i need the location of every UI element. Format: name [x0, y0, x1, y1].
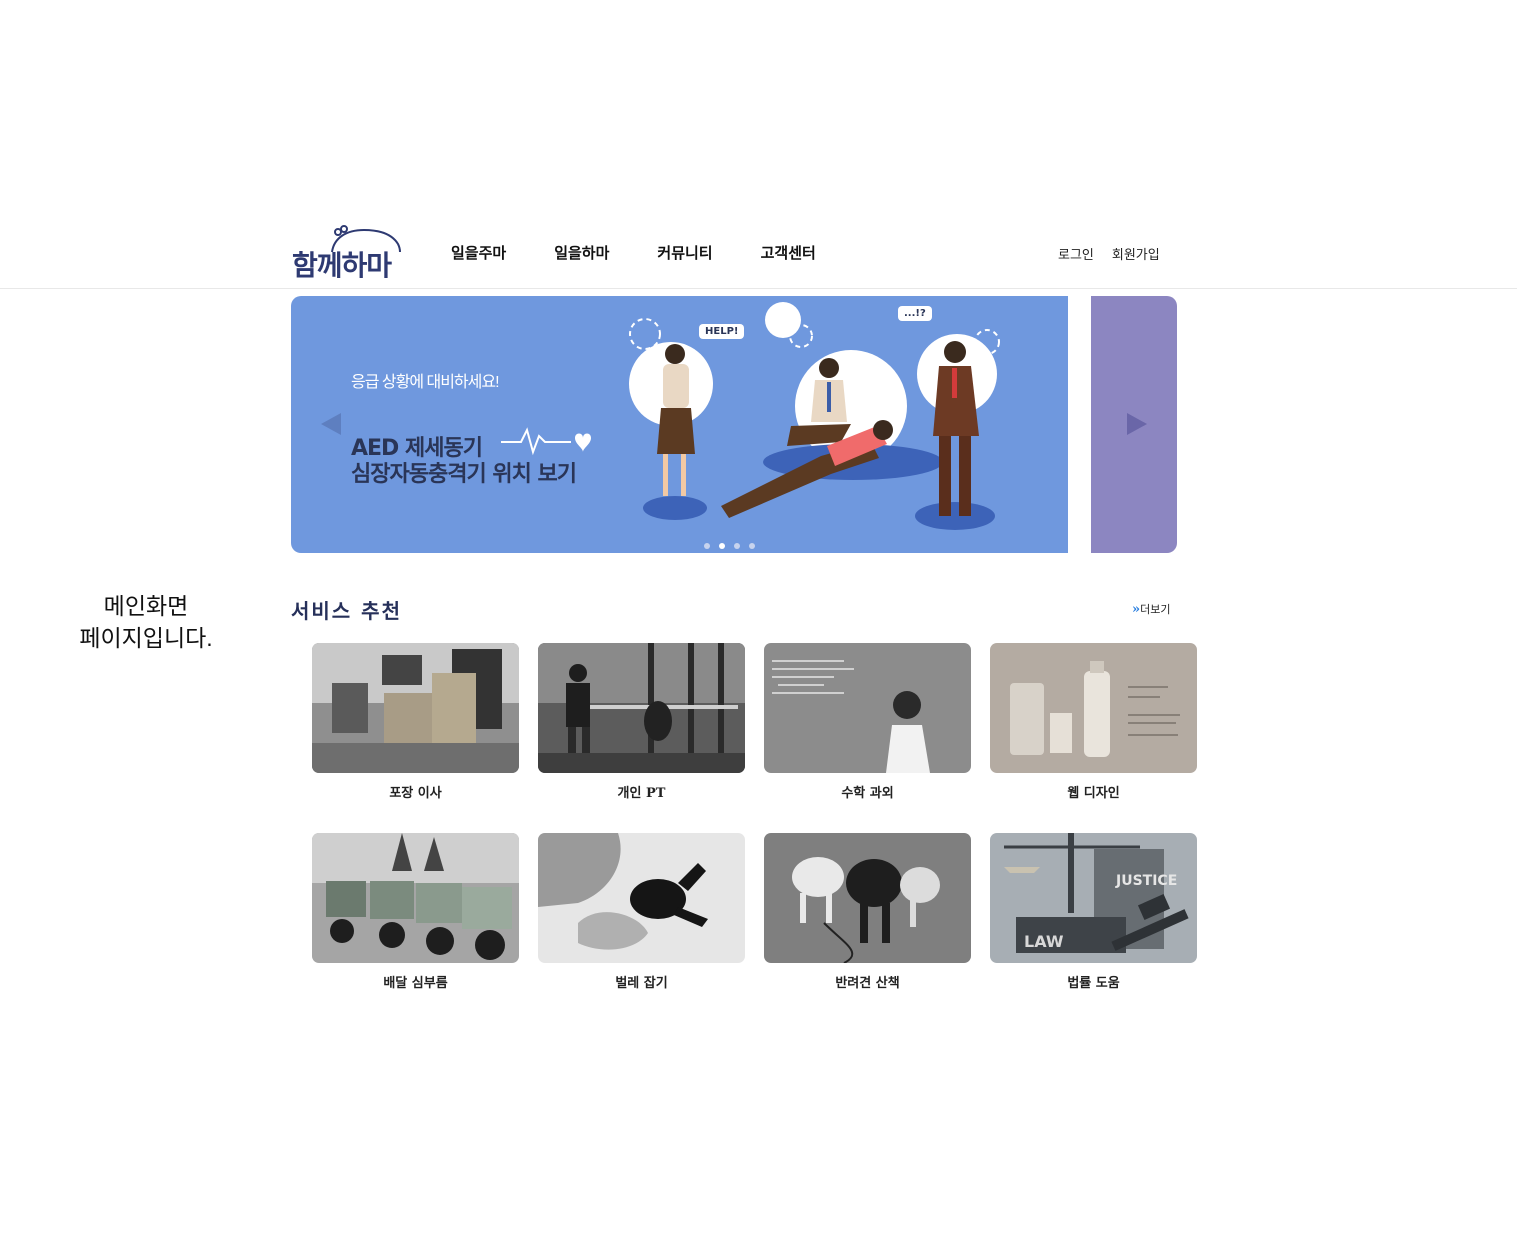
- side-annotation-line2: 페이지입니다.: [79, 625, 213, 651]
- gym-training-photo: [538, 643, 745, 773]
- service-card[interactable]: 개인 PT: [538, 643, 745, 801]
- nav-item-community[interactable]: 커뮤니티: [657, 242, 712, 263]
- svg-text:JUSTICE: JUSTICE: [1115, 873, 1177, 889]
- service-label: 포장 이사: [389, 786, 442, 801]
- service-label: 웹 디자인: [1067, 786, 1120, 801]
- banner-next-arrow-icon[interactable]: [1127, 413, 1147, 435]
- service-label: 반려견 산책: [835, 976, 900, 991]
- banner-dot[interactable]: [704, 543, 710, 549]
- auth-links: 로그인 회원가입: [1058, 244, 1160, 263]
- banner-title-line2: 심장자동충격기 위치 보기: [351, 462, 577, 487]
- banner-subtitle: 응급 상황에 대비하세요!: [351, 374, 500, 391]
- beetle-photo: [538, 833, 745, 963]
- banner-prev-arrow-icon[interactable]: [321, 413, 341, 435]
- section-title: 서비스 추천: [291, 599, 402, 623]
- heartbeat-heart-icon: [501, 427, 591, 456]
- service-card[interactable]: 반려견 산책: [764, 833, 971, 991]
- banner-pagination: [704, 543, 755, 549]
- more-link[interactable]: »더보기: [1132, 601, 1171, 617]
- nav-item-give-work[interactable]: 일을주마: [451, 242, 506, 263]
- main-nav: 일을주마 일을하마 커뮤니티 고객센터: [451, 242, 816, 263]
- logo-text: 함께하마: [292, 249, 392, 282]
- service-card[interactable]: 포장 이사: [312, 643, 519, 801]
- svg-text:LAW: LAW: [1024, 932, 1064, 951]
- logo[interactable]: 함께하마: [290, 224, 410, 282]
- service-card[interactable]: 수학 과외: [764, 643, 971, 801]
- side-annotation: 메인화면 페이지입니다.: [66, 590, 226, 654]
- side-annotation-line1: 메인화면: [103, 593, 189, 619]
- more-link-label: 더보기: [1140, 603, 1171, 616]
- moving-boxes-photo: [312, 643, 519, 773]
- service-label: 개인 PT: [617, 786, 666, 801]
- delivery-scooters-photo: [312, 833, 519, 963]
- math-tutoring-photo: [764, 643, 971, 773]
- web-design-product-photo: [990, 643, 1197, 773]
- law-justice-photo: JUSTICE LAW: [990, 833, 1197, 963]
- help-bubble-text: HELP!: [705, 326, 739, 337]
- service-card[interactable]: 벌레 잡기: [538, 833, 745, 991]
- hero-banner[interactable]: 응급 상황에 대비하세요! AED 제세동기 심장자동충격기 위치 보기 HEL…: [291, 296, 1068, 553]
- dog-walking-photo: [764, 833, 971, 963]
- nav-item-customer-center[interactable]: 고객센터: [761, 242, 816, 263]
- nav-item-do-work[interactable]: 일을하마: [554, 242, 609, 263]
- login-link[interactable]: 로그인: [1058, 244, 1094, 263]
- service-label: 수학 과외: [841, 786, 894, 801]
- signup-link[interactable]: 회원가입: [1112, 244, 1160, 263]
- site-header: 함께하마 일을주마 일을하마 커뮤니티 고객센터 로그인 회원가입: [0, 218, 1517, 289]
- service-card[interactable]: 배달 심부름: [312, 833, 519, 991]
- banner-dot-active[interactable]: [719, 543, 725, 549]
- service-label: 법률 도움: [1067, 976, 1120, 991]
- cpr-illustration: [629, 302, 1000, 530]
- banner-dot[interactable]: [749, 543, 755, 549]
- service-card[interactable]: 웹 디자인: [990, 643, 1197, 801]
- question-bubble-text: ...!?: [904, 308, 926, 319]
- double-chevron-right-icon: »: [1132, 602, 1141, 617]
- question-bubble: ...!?: [898, 306, 932, 321]
- service-label: 배달 심부름: [383, 976, 448, 991]
- help-bubble: HELP!: [699, 324, 745, 339]
- banner-dot[interactable]: [734, 543, 740, 549]
- service-card[interactable]: JUSTICE LAW 법률 도움: [990, 833, 1197, 991]
- service-label: 벌레 잡기: [615, 976, 668, 991]
